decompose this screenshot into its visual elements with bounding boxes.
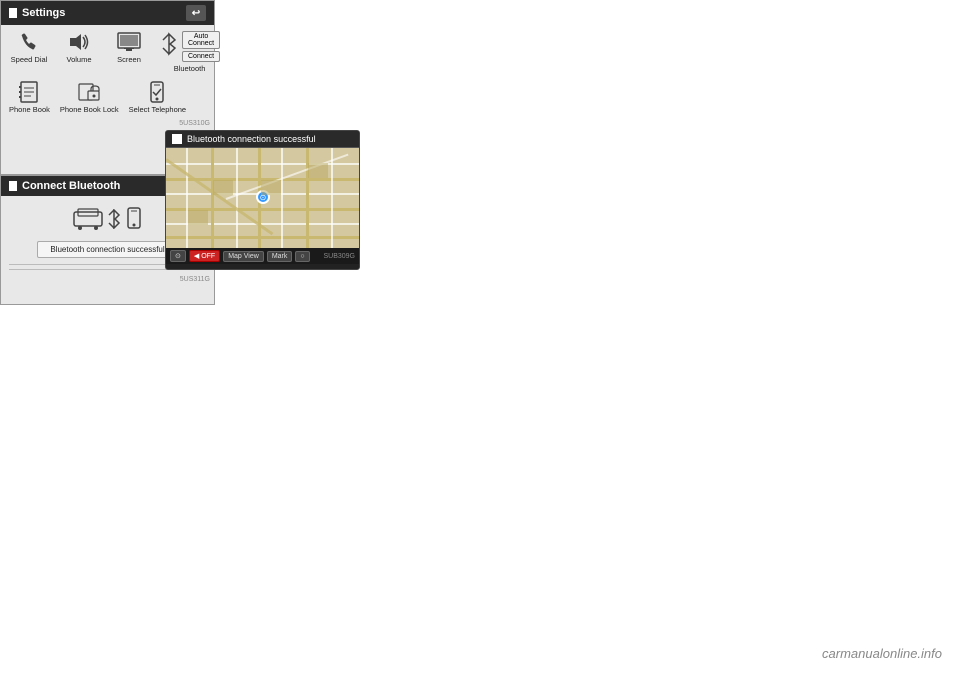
settings-row-2: Phone Book Phone Book Lock — [9, 81, 206, 114]
map-btn-mapview[interactable]: Map View — [223, 251, 264, 262]
settings-item-bluetooth[interactable]: Auto Connect Connect Bluetooth — [159, 31, 220, 73]
phonebook-lock-label: Phone Book Lock — [60, 105, 119, 114]
connect-header-icon — [9, 181, 17, 191]
map-footer: ⊙ ◀ OFF Map View Mark ○ SUB309G — [166, 248, 359, 264]
map-btn-circle2[interactable]: ○ — [295, 251, 309, 262]
connect-status-box: Bluetooth connection successful — [37, 241, 177, 258]
connect-title: Connect Bluetooth — [22, 180, 120, 192]
connect-code: 5US311G — [1, 276, 214, 285]
auto-connect-btn[interactable]: Auto Connect — [182, 31, 220, 49]
bluetooth-icon-area: Auto Connect Connect — [159, 31, 220, 62]
settings-item-volume[interactable]: Volume — [59, 31, 99, 64]
map-body: ⊙ — [166, 148, 359, 248]
watermark: carmanualonline.info — [822, 646, 942, 661]
speeddial-label: Speed Dial — [11, 55, 48, 64]
volume-icon — [65, 31, 93, 53]
phonebook-lock-icon — [75, 81, 103, 103]
map-header-text: Bluetooth connection successful — [187, 134, 316, 144]
settings-body: Speed Dial Volume — [1, 25, 214, 120]
screen-icon — [115, 31, 143, 53]
settings-row-1: Speed Dial Volume — [9, 31, 206, 73]
settings-code: 5US310G — [1, 120, 214, 129]
map-header: Bluetooth connection successful — [166, 131, 359, 148]
connect-icons-row — [73, 206, 143, 235]
watermark-text: carmanualonline.info — [822, 646, 942, 661]
phonebook-icon — [15, 81, 43, 103]
settings-header: Settings ↩ — [1, 1, 214, 25]
settings-item-phonebook[interactable]: Phone Book — [9, 81, 50, 114]
settings-item-screen[interactable]: Screen — [109, 31, 149, 64]
map-header-icon — [172, 134, 182, 144]
bluetooth-label: Bluetooth — [174, 64, 206, 73]
screen-label: Screen — [117, 55, 141, 64]
back-button[interactable]: ↩ — [186, 5, 206, 21]
connect-bt-icon — [107, 209, 121, 232]
settings-header-left: Settings — [9, 7, 65, 19]
settings-title: Settings — [22, 7, 65, 19]
connect-status-text: Bluetooth connection successful — [50, 245, 164, 254]
map-btn-circle[interactable]: ⊙ — [170, 250, 186, 262]
phonebook-label: Phone Book — [9, 105, 50, 114]
connect-phone-icon — [125, 207, 143, 234]
select-telephone-label: Select Telephone — [129, 105, 186, 114]
map-btn-off[interactable]: ◀ OFF — [189, 250, 220, 262]
settings-item-select-telephone[interactable]: Select Telephone — [129, 81, 186, 114]
speed-dial-icon — [15, 31, 43, 53]
bluetooth-buttons: Auto Connect Connect — [182, 31, 220, 62]
bluetooth-icon — [159, 32, 179, 56]
settings-item-speeddial[interactable]: Speed Dial — [9, 31, 49, 64]
connect-device-icon — [73, 206, 103, 235]
settings-header-icon — [9, 8, 17, 18]
map-code: SUB309G — [323, 253, 355, 260]
settings-item-phonebook-lock[interactable]: Phone Book Lock — [60, 81, 119, 114]
volume-label: Volume — [66, 55, 91, 64]
connect-btn[interactable]: Connect — [182, 51, 220, 62]
map-panel: Bluetooth connection successful ⊙ ⊙ ◀ OF… — [165, 130, 360, 270]
select-telephone-icon — [143, 81, 171, 103]
map-btn-mark[interactable]: Mark — [267, 251, 293, 262]
